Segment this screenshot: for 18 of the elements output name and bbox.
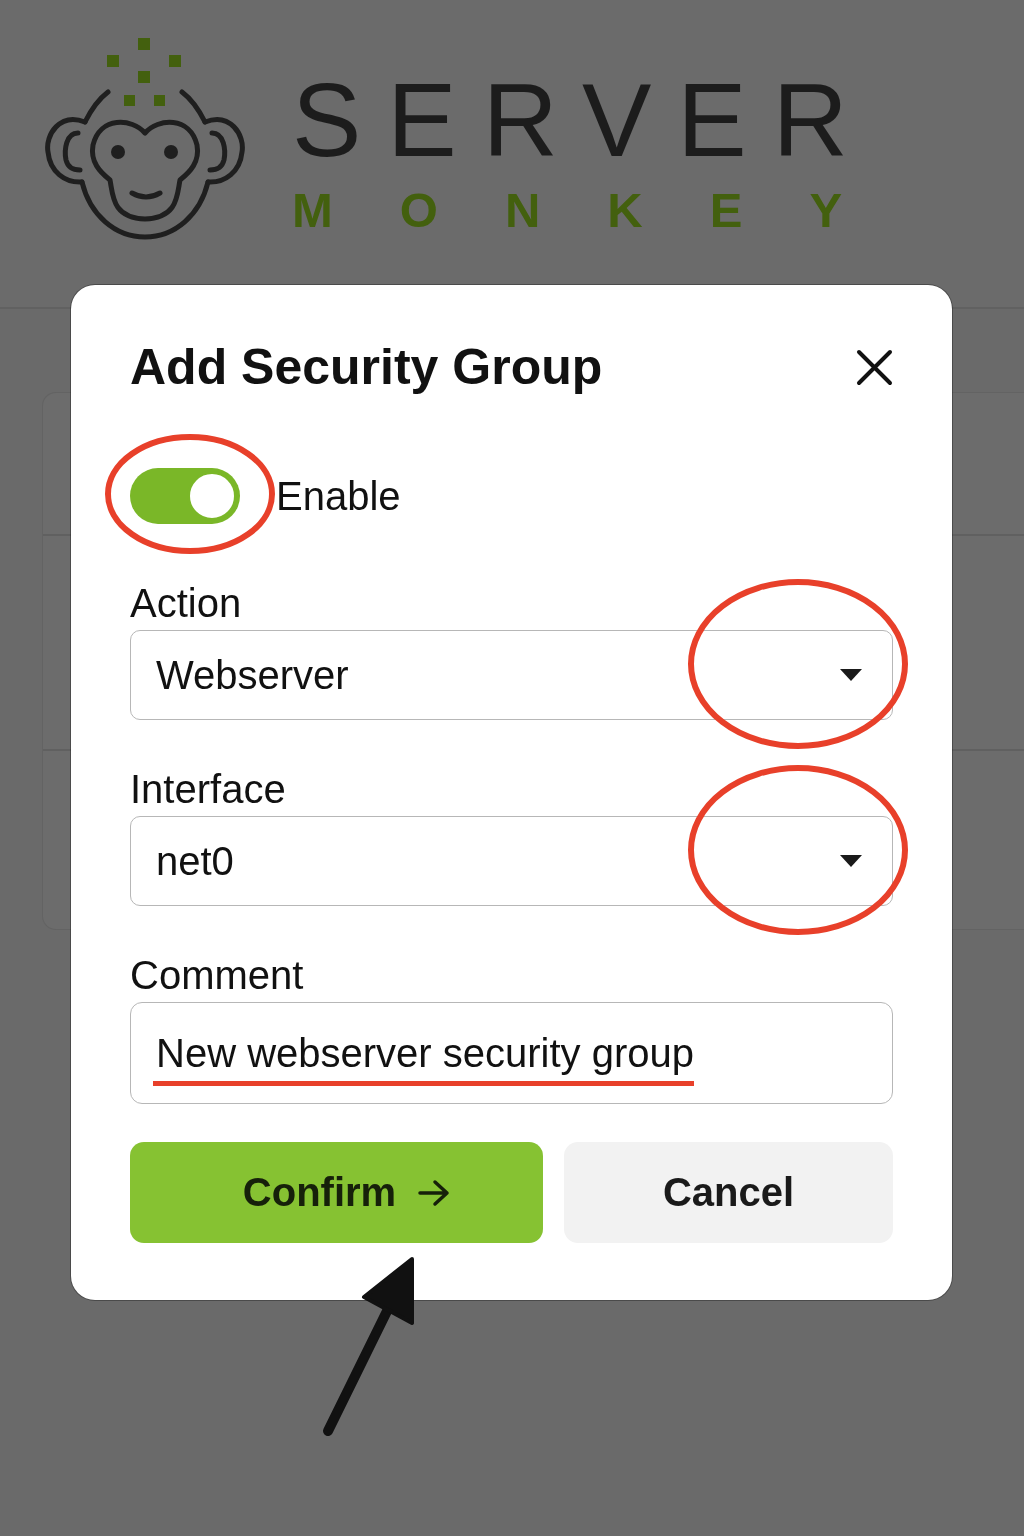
caret-down-icon bbox=[840, 669, 862, 681]
field-label: Comment bbox=[130, 952, 305, 999]
text-field[interactable]: New webserver security group bbox=[130, 1002, 893, 1104]
arrow-right-icon bbox=[418, 1178, 451, 1207]
caret-down-icon bbox=[840, 855, 862, 867]
field-label: Interface bbox=[130, 766, 287, 813]
field-label: Action bbox=[130, 580, 243, 627]
primary-button[interactable]: Confirm bbox=[130, 1142, 543, 1243]
logo-wordmark: SERVER bbox=[292, 68, 874, 172]
toggle-switch[interactable] bbox=[130, 468, 240, 524]
toggle-label: Enable bbox=[276, 473, 401, 520]
logo-tagline: MONKEY bbox=[292, 186, 910, 235]
monkey-logo-icon bbox=[45, 35, 245, 240]
dialog-title: Add Security Group bbox=[130, 338, 603, 397]
secondary-button[interactable]: Cancel bbox=[564, 1142, 893, 1243]
dropdown-select[interactable]: net0 bbox=[130, 816, 893, 906]
dropdown-select[interactable]: Webserver bbox=[130, 630, 893, 720]
close-icon[interactable] bbox=[856, 348, 893, 386]
